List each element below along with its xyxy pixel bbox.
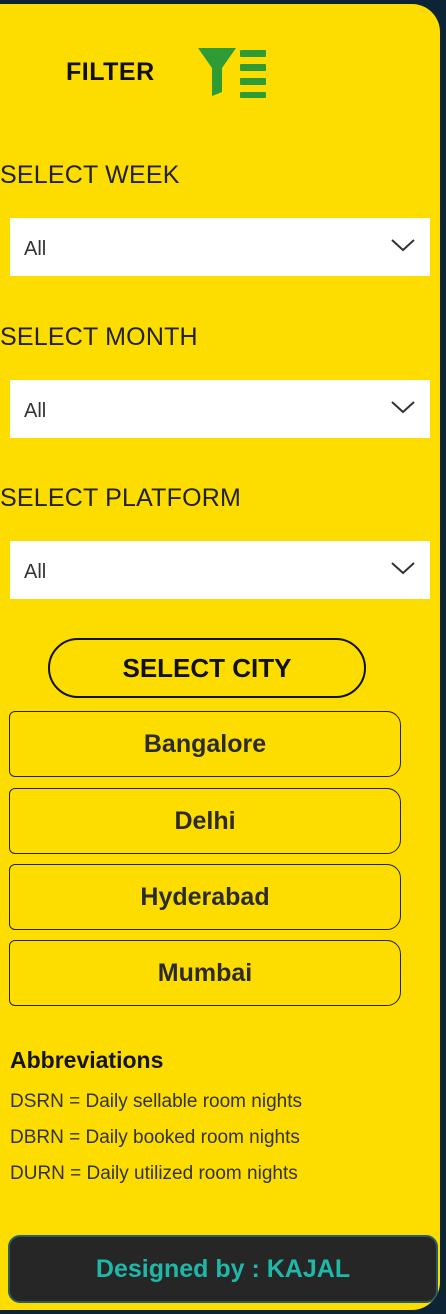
week-dropdown[interactable]: All [10,218,430,276]
filter-icon [198,48,266,98]
city-button-delhi[interactable]: Delhi [9,788,401,854]
chevron-down-icon [391,401,415,414]
abbreviations-title: Abbreviations [10,1047,164,1073]
abbreviation-dsrn: DSRN = Daily sellable room nights [10,1091,302,1112]
select-platform-label: SELECT PLATFORM [0,484,242,512]
chevron-down-icon [391,562,415,575]
select-week-label: SELECT WEEK [0,161,180,189]
filter-title: FILTER [66,58,155,86]
city-button-mumbai[interactable]: Mumbai [9,940,401,1006]
city-button-hyderabad[interactable]: Hyderabad [9,864,401,930]
platform-dropdown-value: All [24,561,47,583]
select-city-title: SELECT CITY [48,638,366,698]
filter-panel: FILTER SELECT WEEK All SELECT MONTH All … [0,4,440,1310]
abbreviation-dbrn: DBRN = Daily booked room nights [10,1127,300,1148]
designer-credit: Designed by : KAJAL [8,1235,438,1303]
chevron-down-icon [391,239,415,252]
abbreviation-durn: DURN = Daily utilized room nights [10,1163,298,1184]
city-button-bangalore[interactable]: Bangalore [9,711,401,777]
platform-dropdown[interactable]: All [10,541,430,599]
select-month-label: SELECT MONTH [0,323,198,351]
month-dropdown-value: All [24,400,47,422]
month-dropdown[interactable]: All [10,380,430,438]
week-dropdown-value: All [24,238,47,260]
